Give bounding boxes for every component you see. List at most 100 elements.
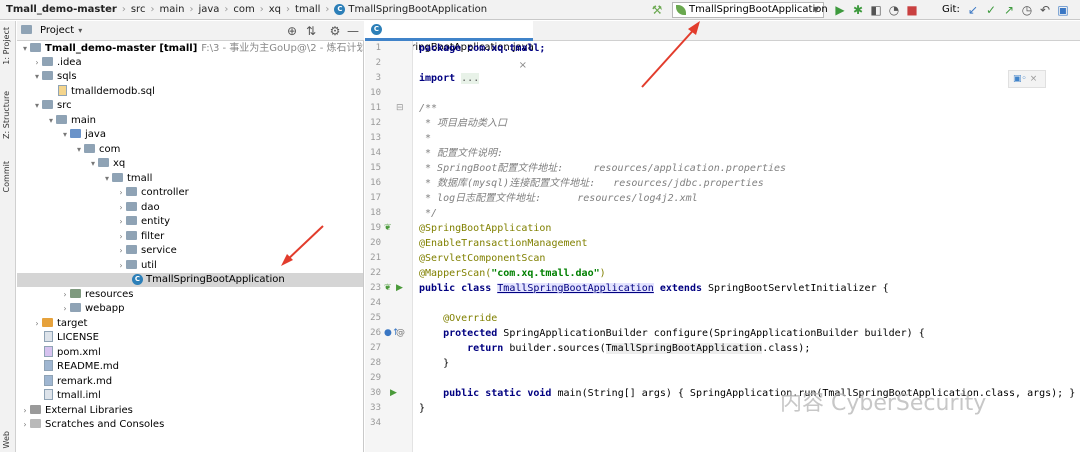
chevron-down-icon[interactable]: ▾ bbox=[78, 26, 82, 35]
tree-item-scratches[interactable]: › Scratches and Consoles bbox=[17, 418, 363, 432]
tree-item-util[interactable]: › util bbox=[17, 259, 363, 273]
tree-item-resources[interactable]: › resources bbox=[17, 288, 363, 302]
coverage-icon[interactable]: ◧ bbox=[869, 3, 883, 17]
tool-tab-web[interactable]: Web bbox=[2, 431, 11, 448]
tree-item-com[interactable]: ▾ com bbox=[17, 143, 363, 157]
tree-item-controller[interactable]: › controller bbox=[17, 186, 363, 200]
breadcrumb-com[interactable]: com bbox=[233, 4, 254, 15]
line-number: 11 bbox=[370, 103, 381, 113]
tree-item-xq[interactable]: ▾ xq bbox=[17, 157, 363, 171]
debug-icon[interactable]: ✱ bbox=[851, 3, 865, 17]
breadcrumb-project[interactable]: Tmall_demo-master bbox=[6, 4, 117, 15]
fold-marker-icon[interactable]: ⊟ bbox=[396, 101, 404, 116]
stop-icon[interactable]: ■ bbox=[905, 3, 919, 17]
tool-tab-commit[interactable]: Commit bbox=[2, 161, 11, 192]
code-line-1: package com.xq.tmall; bbox=[419, 43, 546, 54]
line-number: 14 bbox=[370, 148, 381, 158]
history-icon[interactable]: ◷ bbox=[1020, 3, 1034, 17]
folder-icon bbox=[56, 114, 67, 124]
git-commit-icon[interactable]: ✓ bbox=[984, 3, 998, 17]
java-class-icon: C bbox=[132, 273, 143, 285]
tree-item-main[interactable]: ▾ main bbox=[17, 114, 363, 128]
project-panel-title[interactable]: Project bbox=[40, 25, 74, 36]
breadcrumb-src[interactable]: src bbox=[131, 4, 146, 15]
tree-item-service[interactable]: › service bbox=[17, 244, 363, 258]
text-file-icon bbox=[44, 330, 53, 342]
tree-item-external-libraries[interactable]: › External Libraries bbox=[17, 404, 363, 418]
breadcrumb-main[interactable]: main bbox=[159, 4, 184, 15]
tree-item-entity[interactable]: › entity bbox=[17, 215, 363, 229]
reader-mode-icon[interactable]: ▣◦ bbox=[1013, 74, 1027, 84]
code-line-33: } bbox=[419, 403, 426, 414]
build-hammer-icon[interactable]: ⚒ bbox=[650, 3, 664, 17]
project-structure-icon[interactable]: ▣ bbox=[1056, 3, 1070, 17]
editor-tab[interactable]: CTmallSpringBootApplication.java × bbox=[365, 21, 534, 71]
run-gutter-icon[interactable]: ▶ bbox=[390, 386, 397, 401]
breadcrumb-separator: › bbox=[224, 4, 229, 15]
tool-tab-structure[interactable]: Z: Structure bbox=[2, 91, 11, 139]
tree-item-readme[interactable]: README.md bbox=[17, 359, 363, 374]
tree-item-idea[interactable]: › .idea bbox=[17, 56, 363, 70]
tree-item-remark[interactable]: remark.md bbox=[17, 374, 363, 389]
watermark: 内容 CyberSecurity bbox=[780, 391, 987, 416]
reader-mode-popup[interactable]: ▣◦ × bbox=[1008, 70, 1046, 88]
tree-item-java[interactable]: ▾ java bbox=[17, 128, 363, 142]
spring-bean-icon[interactable]: ❦ bbox=[384, 281, 392, 296]
code-line-26: protected SpringApplicationBuilder confi… bbox=[419, 328, 925, 339]
excluded-folder-icon bbox=[42, 317, 53, 327]
run-icon[interactable]: ▶ bbox=[833, 3, 847, 17]
package-icon bbox=[126, 186, 137, 196]
annotation-icon[interactable]: @ bbox=[396, 326, 405, 341]
run-configuration-select[interactable]: TmallSpringBootApplication ▼ bbox=[672, 2, 828, 18]
collapse-all-icon[interactable]: ⇅ bbox=[304, 24, 318, 38]
tree-item-sqls[interactable]: ▾ sqls bbox=[17, 70, 363, 84]
locate-file-icon[interactable]: ⊕ bbox=[285, 24, 299, 38]
markdown-file-icon bbox=[44, 359, 53, 371]
spring-bean-icon[interactable]: ❦ bbox=[384, 221, 392, 236]
breadcrumb-class[interactable]: TmallSpringBootApplication bbox=[348, 4, 487, 15]
tree-item-src[interactable]: ▾ src bbox=[17, 99, 363, 113]
line-number: 3 bbox=[375, 73, 381, 83]
code-line-22: @MapperScan("com.xq.tmall.dao") bbox=[419, 268, 606, 279]
module-file-icon bbox=[44, 388, 53, 400]
code-line-28: } bbox=[419, 358, 450, 369]
tool-tab-project[interactable]: 1: Project bbox=[2, 27, 11, 65]
line-number: 21 bbox=[370, 253, 381, 263]
tree-item-root[interactable]: ▾ Tmall_demo-master [tmall] F:\3 - 事业为主GoU… bbox=[17, 42, 363, 56]
tree-item-webapp[interactable]: › webapp bbox=[17, 302, 363, 316]
rollback-icon[interactable]: ↶ bbox=[1038, 3, 1052, 17]
profile-icon[interactable]: ◔ bbox=[887, 3, 901, 17]
resources-folder-icon bbox=[70, 288, 81, 298]
folder-icon bbox=[42, 70, 53, 80]
code-line-18: */ bbox=[419, 208, 438, 219]
git-update-icon[interactable]: ↙ bbox=[966, 3, 980, 17]
tree-item-dao[interactable]: › dao bbox=[17, 201, 363, 215]
package-icon bbox=[98, 157, 109, 167]
tree-item-sql-file[interactable]: tmalldemodb.sql bbox=[17, 84, 363, 99]
java-class-icon: C bbox=[334, 4, 346, 15]
folder-icon bbox=[42, 56, 53, 66]
run-gutter-icon[interactable]: ▶ bbox=[396, 281, 403, 296]
code-line-19: @SpringBootApplication bbox=[419, 223, 552, 234]
code-line-16: * 数据库(mysql)连接配置文件地址: resources/jdbc.pro… bbox=[419, 178, 764, 189]
tree-item-iml[interactable]: tmall.iml bbox=[17, 388, 363, 403]
tool-window-strip: 1: Project Z: Structure Commit Web bbox=[0, 21, 16, 452]
run-configuration-label: TmallSpringBootApplication bbox=[689, 4, 828, 15]
tree-item-main-class[interactable]: C TmallSpringBootApplication bbox=[17, 273, 363, 287]
markdown-file-icon bbox=[44, 374, 53, 386]
tree-item-target[interactable]: › target bbox=[17, 317, 363, 331]
tree-item-license[interactable]: LICENSE bbox=[17, 330, 363, 345]
close-icon[interactable]: × bbox=[1030, 74, 1038, 84]
breadcrumb-separator: › bbox=[325, 4, 330, 15]
hide-panel-icon[interactable]: — bbox=[346, 24, 360, 38]
gear-icon[interactable]: ⚙ bbox=[328, 24, 342, 38]
tree-item-tmall[interactable]: ▾ tmall bbox=[17, 172, 363, 186]
breadcrumb-tmall[interactable]: tmall bbox=[295, 4, 320, 15]
tree-item-filter[interactable]: › filter bbox=[17, 230, 363, 244]
line-number: 17 bbox=[370, 193, 381, 203]
breadcrumb-xq[interactable]: xq bbox=[269, 4, 281, 15]
tree-item-pom[interactable]: pom.xml bbox=[17, 345, 363, 360]
breadcrumb-separator: › bbox=[150, 4, 155, 15]
git-push-icon[interactable]: ↗ bbox=[1002, 3, 1016, 17]
breadcrumb-java[interactable]: java bbox=[198, 4, 219, 15]
